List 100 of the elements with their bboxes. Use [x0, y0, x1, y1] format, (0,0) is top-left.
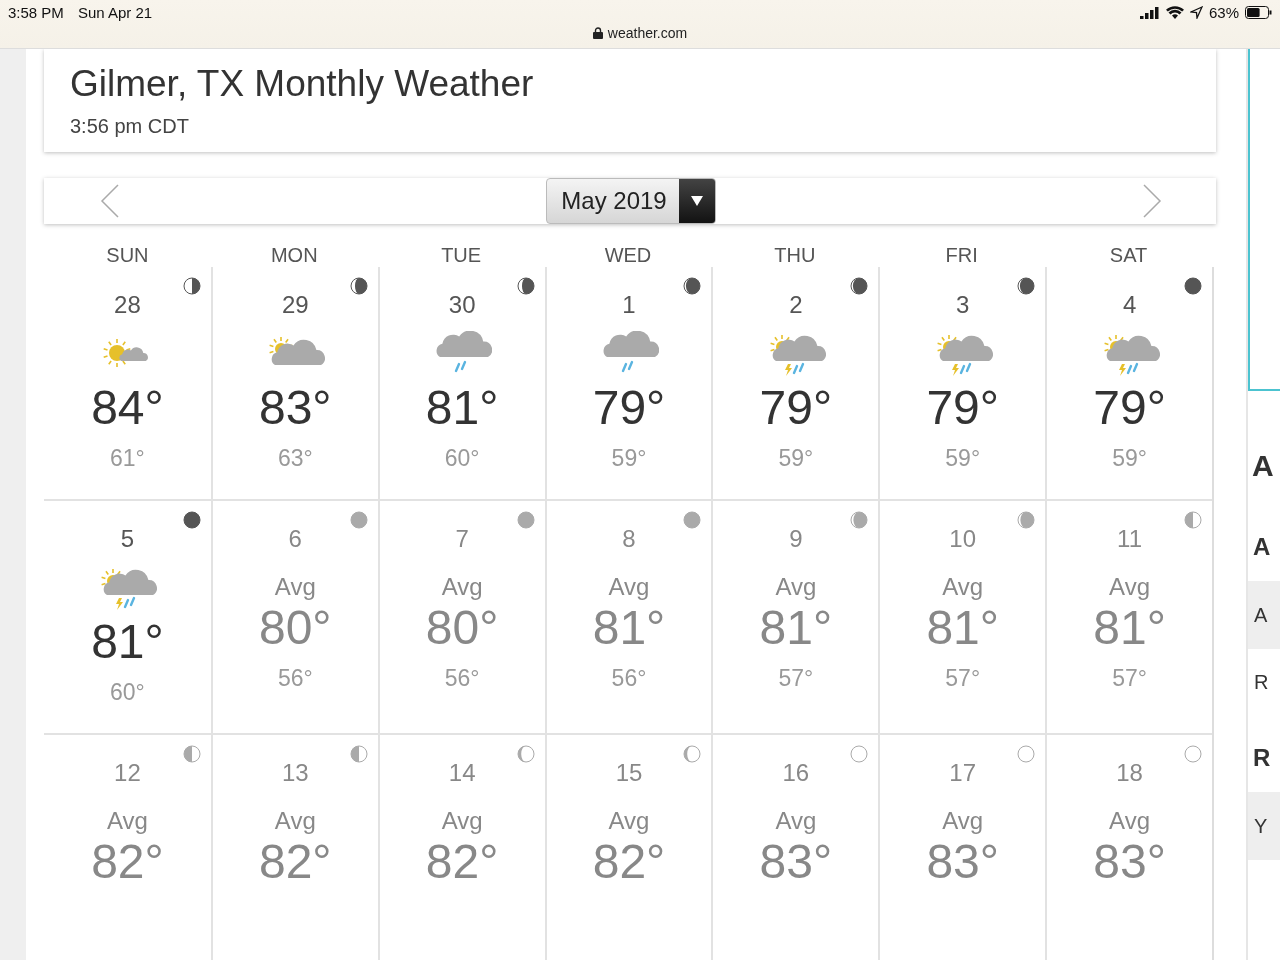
- previous-month-icon[interactable]: [100, 184, 120, 218]
- low-temperature: 57°: [1112, 665, 1147, 692]
- page-title: Gilmer, TX Monthly Weather: [70, 63, 535, 105]
- day-cell[interactable]: 6 Avg 80° 56°: [210, 501, 378, 735]
- low-temperature: 59°: [1112, 445, 1147, 472]
- high-temperature: 84°: [91, 381, 164, 435]
- day-cell[interactable]: 10 Avg 81° 57°: [878, 501, 1046, 735]
- average-label: Avg: [775, 573, 817, 601]
- weekday-label: THU: [773, 244, 817, 267]
- high-temperature: 82°: [592, 835, 666, 889]
- average-label: Avg: [608, 573, 650, 601]
- wifi-icon: [1165, 6, 1184, 19]
- caret-icon: [690, 196, 703, 206]
- day-cell[interactable]: 17 Avg 83°: [878, 735, 1046, 960]
- day-number: 29: [281, 291, 309, 319]
- day-cell[interactable]: 11 Avg 81° 57°: [1045, 501, 1212, 735]
- day-cell[interactable]: 30 81° 60°: [377, 267, 545, 501]
- weekday-label: SAT: [1108, 244, 1149, 267]
- high-temperature: 82°: [425, 835, 499, 889]
- high-temperature: 83°: [1093, 835, 1166, 889]
- average-label: Avg: [274, 573, 316, 601]
- day-number: 9: [789, 525, 803, 553]
- high-temperature: 81°: [759, 601, 833, 655]
- low-temperature: 63°: [277, 445, 313, 472]
- weekday-label: TUE: [440, 244, 483, 267]
- high-temperature: 79°: [592, 381, 666, 435]
- weekday-label: WED: [603, 244, 653, 267]
- high-temperature: 81°: [592, 601, 666, 655]
- status-time: 3:58 PM: [8, 4, 64, 21]
- high-temperature: 81°: [926, 601, 999, 655]
- day-cell[interactable]: 29 83° 63°: [210, 267, 378, 501]
- lock-icon: [592, 27, 603, 39]
- day-number: 1: [622, 291, 636, 319]
- sidebar-row[interactable]: A: [1248, 581, 1280, 649]
- day-cell[interactable]: 15 Avg 82°: [544, 735, 712, 960]
- low-temperature: 57°: [778, 665, 814, 692]
- day-cell[interactable]: 9 Avg 81° 57°: [711, 501, 879, 735]
- month-dropdown[interactable]: May 2019: [546, 178, 716, 224]
- day-cell[interactable]: 13 Avg 82°: [210, 735, 378, 960]
- day-number: 7: [455, 525, 469, 553]
- high-temperature: 79°: [759, 381, 833, 435]
- day-cell[interactable]: 8 Avg 81° 56°: [544, 501, 712, 735]
- average-label: Avg: [441, 807, 483, 835]
- sidebar-heading: A: [1251, 449, 1275, 483]
- day-number: 12: [114, 759, 141, 787]
- day-cell[interactable]: 14 Avg 82°: [377, 735, 545, 960]
- high-temperature: 81°: [1093, 601, 1166, 655]
- weekday-label: SUN: [105, 244, 150, 267]
- average-label: Avg: [1109, 573, 1151, 601]
- day-number: 10: [949, 525, 977, 553]
- sidebar-subheading: R: [1252, 744, 1272, 772]
- high-temperature: 82°: [258, 835, 332, 889]
- battery-icon: [1245, 6, 1272, 19]
- high-temperature: 80°: [258, 601, 332, 655]
- low-temperature: 56°: [444, 665, 480, 692]
- sidebar-row[interactable]: Y: [1248, 792, 1280, 860]
- high-temperature: 80°: [425, 601, 499, 655]
- average-label: Avg: [608, 807, 650, 835]
- low-temperature: 60°: [110, 679, 145, 706]
- high-temperature: 83°: [759, 835, 833, 889]
- low-temperature: 59°: [778, 445, 814, 472]
- day-cell[interactable]: 1 79° 59°: [544, 267, 712, 501]
- low-temperature: 59°: [611, 445, 647, 472]
- day-number: 13: [281, 759, 309, 787]
- day-number: 2: [789, 291, 803, 319]
- day-cell[interactable]: 5 81° 60°: [44, 501, 211, 735]
- day-cell[interactable]: 18 Avg 83°: [1045, 735, 1212, 960]
- low-temperature: 56°: [277, 665, 313, 692]
- low-temperature: 56°: [611, 665, 647, 692]
- weekday-label: FRI: [944, 244, 979, 267]
- weekday-label: MON: [269, 244, 319, 267]
- high-temperature: 81°: [91, 615, 164, 669]
- address-url[interactable]: weather.com: [607, 25, 688, 41]
- day-number: 6: [288, 525, 302, 553]
- location-arrow-icon: [1189, 6, 1203, 19]
- day-cell[interactable]: 3 79° 59°: [878, 267, 1046, 501]
- average-label: Avg: [942, 573, 984, 601]
- day-number: 4: [1122, 291, 1137, 319]
- status-date: Sun Apr 21: [77, 4, 153, 21]
- low-temperature: 59°: [945, 445, 981, 472]
- average-label: Avg: [775, 807, 817, 835]
- day-cell[interactable]: 28 84° 61°: [44, 267, 211, 501]
- day-cell[interactable]: 16 Avg 83°: [711, 735, 879, 960]
- high-temperature: 79°: [1093, 381, 1166, 435]
- current-time: 3:56 pm CDT: [70, 115, 190, 138]
- average-label: Avg: [441, 573, 483, 601]
- sidebar-subheading: A: [1252, 533, 1272, 561]
- day-number: 18: [1116, 759, 1143, 787]
- average-label: Avg: [942, 807, 984, 835]
- day-cell[interactable]: 2 79° 59°: [711, 267, 879, 501]
- day-cell[interactable]: 4 79° 59°: [1045, 267, 1212, 501]
- average-label: Avg: [106, 807, 148, 835]
- low-temperature: 60°: [444, 445, 480, 472]
- high-temperature: 83°: [258, 381, 332, 435]
- next-month-icon[interactable]: [1142, 184, 1162, 218]
- day-cell[interactable]: 12 Avg 82°: [44, 735, 211, 960]
- low-temperature: 57°: [945, 665, 981, 692]
- day-number: 14: [448, 759, 476, 787]
- sidebar-row[interactable]: R: [1248, 671, 1280, 694]
- day-cell[interactable]: 7 Avg 80° 56°: [377, 501, 545, 735]
